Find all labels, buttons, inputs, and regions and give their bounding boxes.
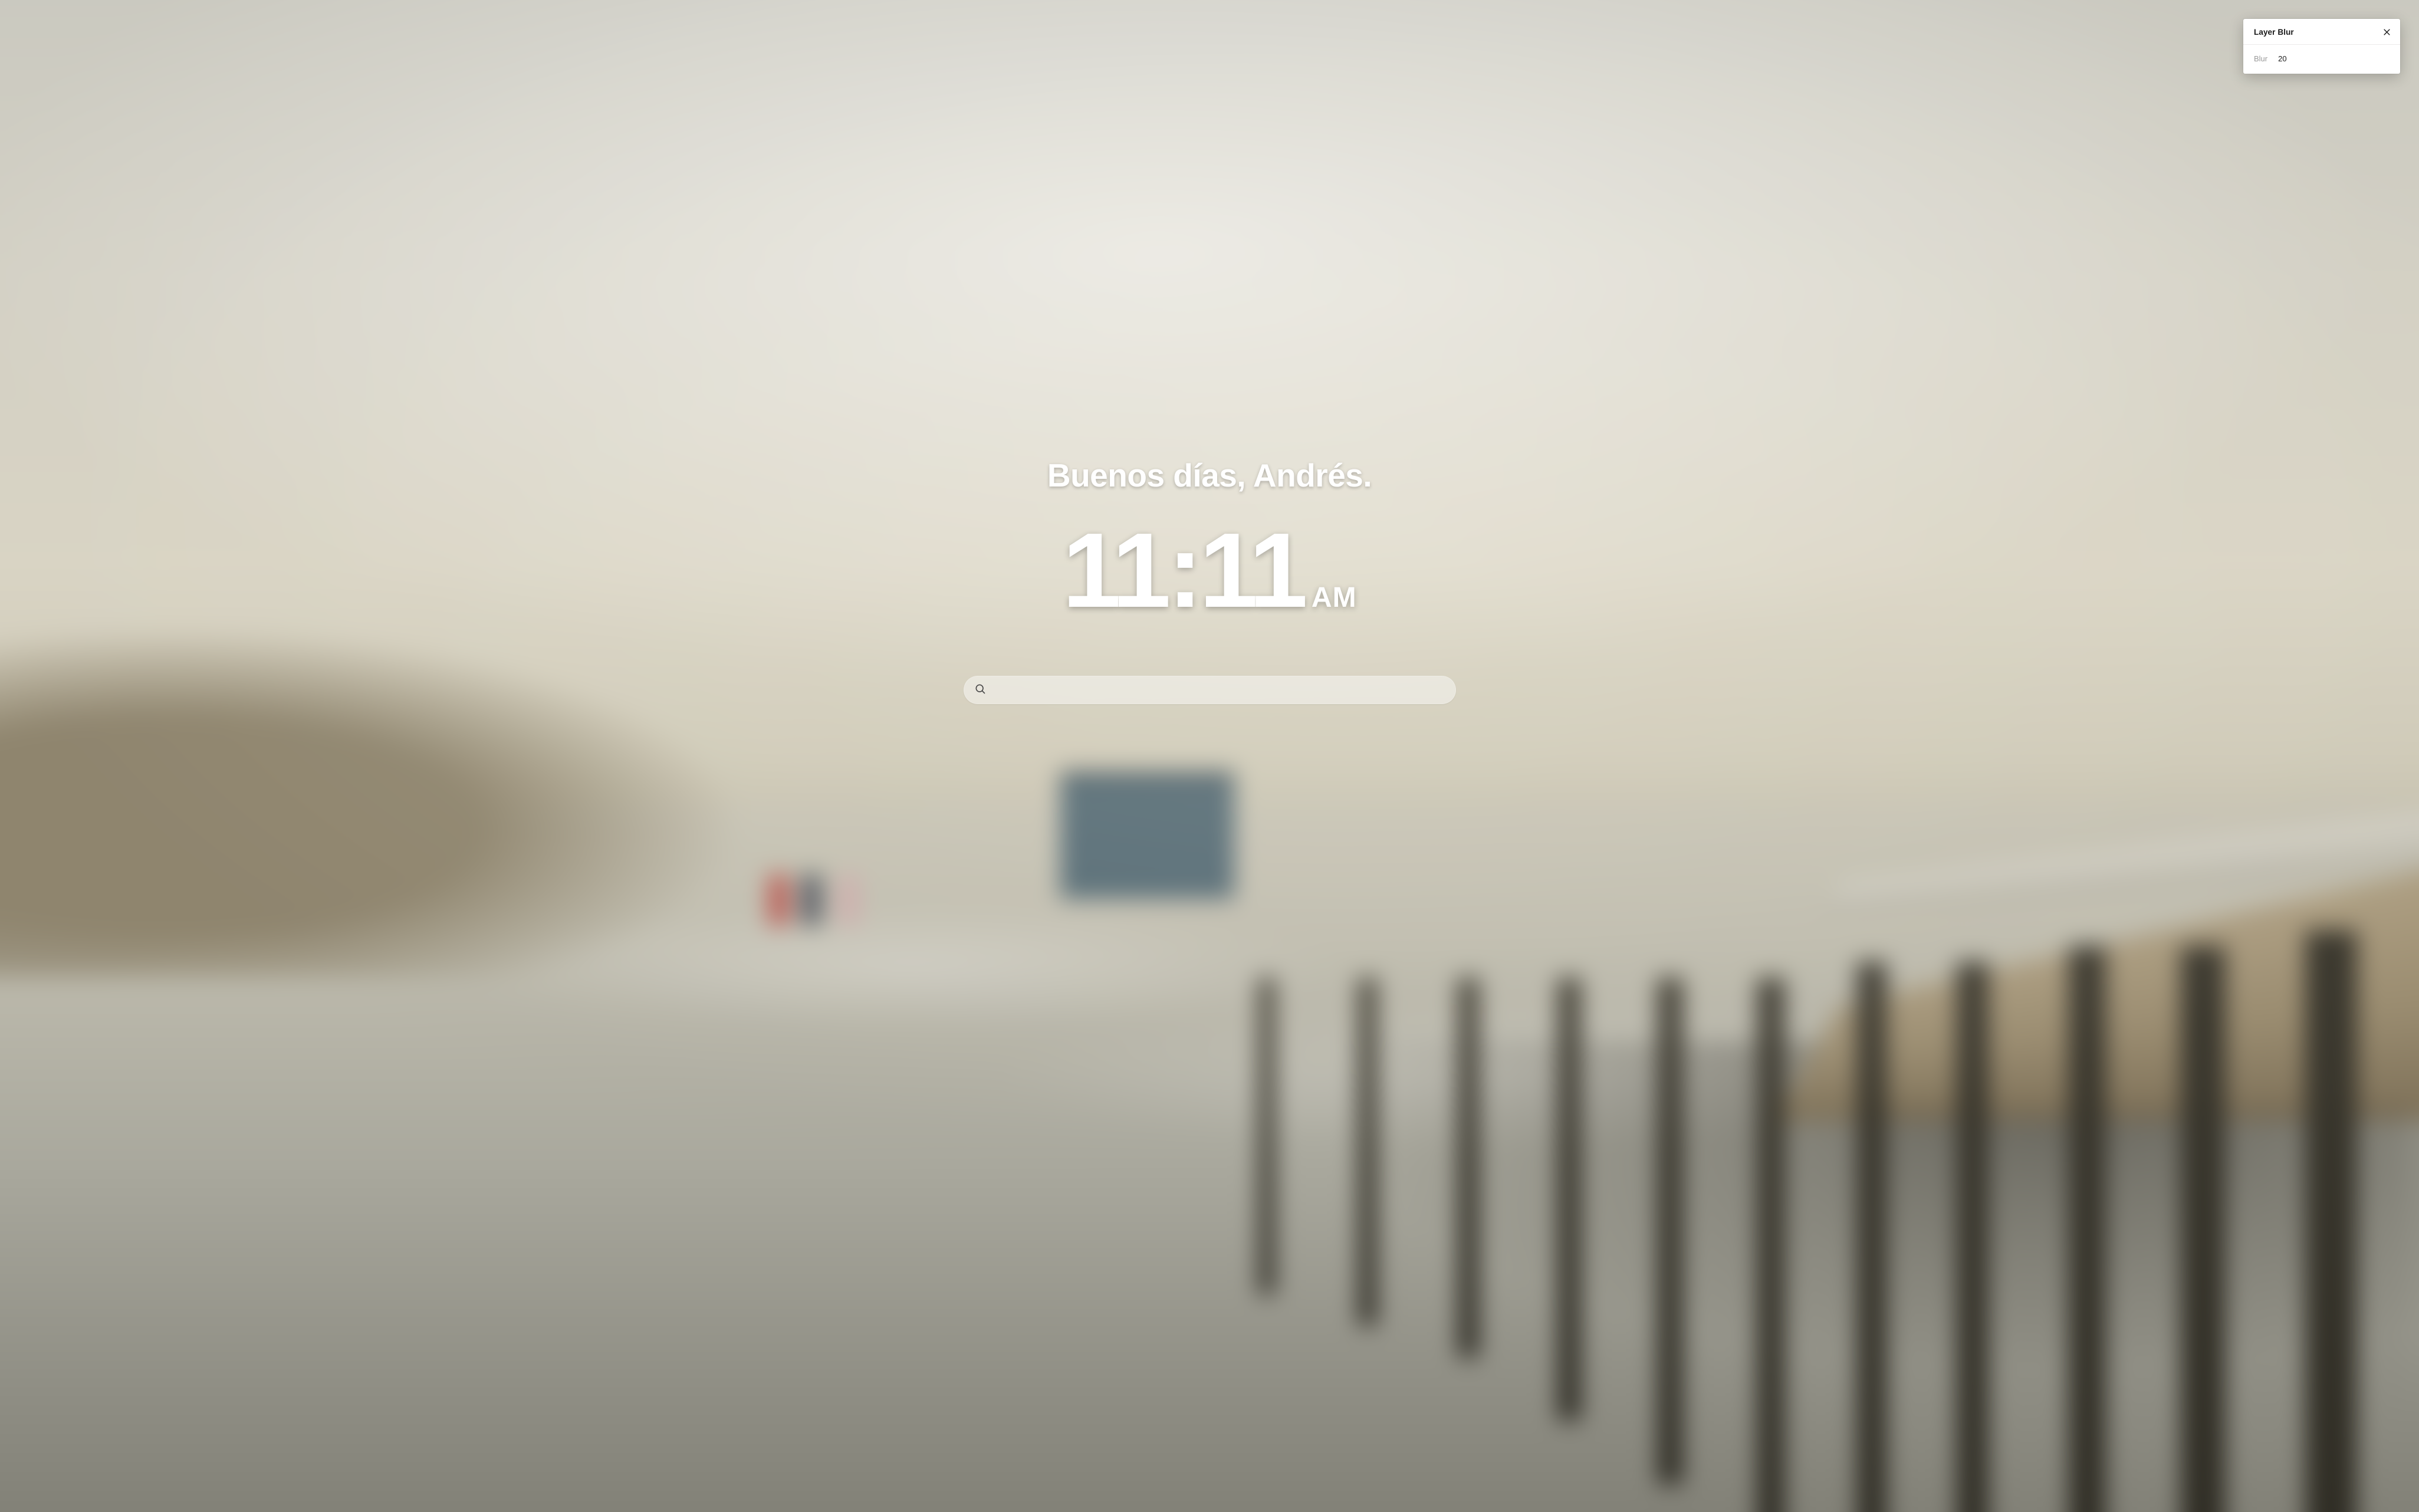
search-bar[interactable] [964, 676, 1456, 704]
close-icon[interactable] [2381, 27, 2392, 37]
blur-value-input[interactable] [2278, 54, 2313, 63]
search-input[interactable] [986, 684, 1445, 696]
clock-ampm: AM [1312, 584, 1357, 612]
clock: 11:11 AM [1062, 518, 1356, 624]
search-icon [974, 683, 986, 698]
greeting-text: Buenos días, Andrés. [1047, 456, 1372, 494]
panel-title: Layer Blur [2254, 28, 2294, 37]
blur-field-label: Blur [2254, 54, 2267, 63]
layer-blur-panel: Layer Blur Blur [2243, 19, 2400, 74]
clock-time: 11:11 [1062, 518, 1304, 624]
